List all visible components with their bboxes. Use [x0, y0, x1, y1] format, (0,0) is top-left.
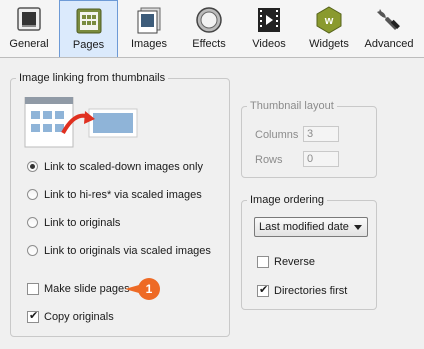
radio-button[interactable] — [27, 189, 38, 200]
tab-label: Videos — [252, 38, 286, 50]
radio-button[interactable] — [27, 161, 38, 172]
ordering-select[interactable]: Last modified date — [254, 217, 368, 237]
tab-effects[interactable]: Effects — [179, 0, 239, 56]
tab-general[interactable]: General — [0, 0, 58, 56]
wrench-icon — [377, 9, 400, 30]
checkbox-label: Reverse — [274, 256, 315, 268]
checkmark-icon: ✔ — [259, 283, 269, 296]
thumbnail-link-illustration-icon — [24, 97, 138, 148]
tab-label: Effects — [192, 38, 226, 50]
tab-images[interactable]: Images — [119, 0, 179, 56]
checkbox-label: Directories first — [274, 285, 348, 297]
checkbox-box[interactable]: ✔ — [257, 283, 269, 297]
columns-field[interactable]: 3 — [303, 126, 339, 142]
tab-widgets[interactable]: w Widgets — [299, 0, 359, 56]
film-icon — [258, 8, 280, 32]
chevron-down-icon — [354, 225, 362, 230]
tab-label: Widgets — [309, 38, 349, 50]
callout-badge: 1 — [138, 278, 160, 300]
columns-label: Columns — [255, 129, 299, 141]
monitor-icon — [17, 7, 41, 31]
checkmark-icon: ✔ — [29, 309, 39, 322]
radio-label: Link to originals — [44, 217, 121, 229]
lens-icon — [196, 7, 222, 33]
checkbox-label: Make slide pages — [44, 283, 130, 295]
tab-label: General — [9, 38, 49, 50]
checkbox-label: Copy originals — [44, 311, 114, 323]
tab-pages[interactable]: Pages — [59, 0, 118, 57]
tab-label: Images — [130, 38, 168, 50]
tab-label: Pages — [72, 39, 105, 51]
rows-label: Rows — [255, 154, 283, 166]
svg-text:w: w — [324, 15, 334, 27]
image-linking-legend: Image linking from thumbnails — [16, 72, 169, 85]
checkbox-box[interactable]: ✔ — [27, 309, 39, 323]
checkbox-box[interactable] — [257, 256, 269, 268]
radio-button[interactable] — [27, 217, 38, 228]
radio-button[interactable] — [27, 245, 38, 256]
image-ordering-legend: Image ordering — [247, 194, 327, 207]
callout-pointer — [125, 285, 139, 293]
checkbox-box[interactable] — [27, 283, 39, 295]
tab-label: Advanced — [364, 38, 414, 50]
widgets-icon: w — [316, 6, 342, 34]
radio-label: Link to originals via scaled images — [44, 245, 211, 257]
settings-toolbar: General Pages Images Effects Videos w Wi… — [0, 0, 424, 58]
thumbnail-layout-panel: Thumbnail layout — [241, 100, 377, 178]
images-icon — [137, 7, 161, 34]
tab-advanced[interactable]: Advanced — [359, 0, 419, 56]
thumbnail-layout-legend: Thumbnail layout — [247, 100, 337, 113]
radio-label: Link to scaled-down images only — [44, 161, 203, 173]
rows-field[interactable]: 0 — [303, 151, 339, 167]
ordering-select-value: Last modified date — [259, 221, 349, 233]
pages-grid-icon — [76, 8, 101, 34]
radio-label: Link to hi-res* via scaled images — [44, 189, 202, 201]
tab-videos[interactable]: Videos — [239, 0, 299, 56]
